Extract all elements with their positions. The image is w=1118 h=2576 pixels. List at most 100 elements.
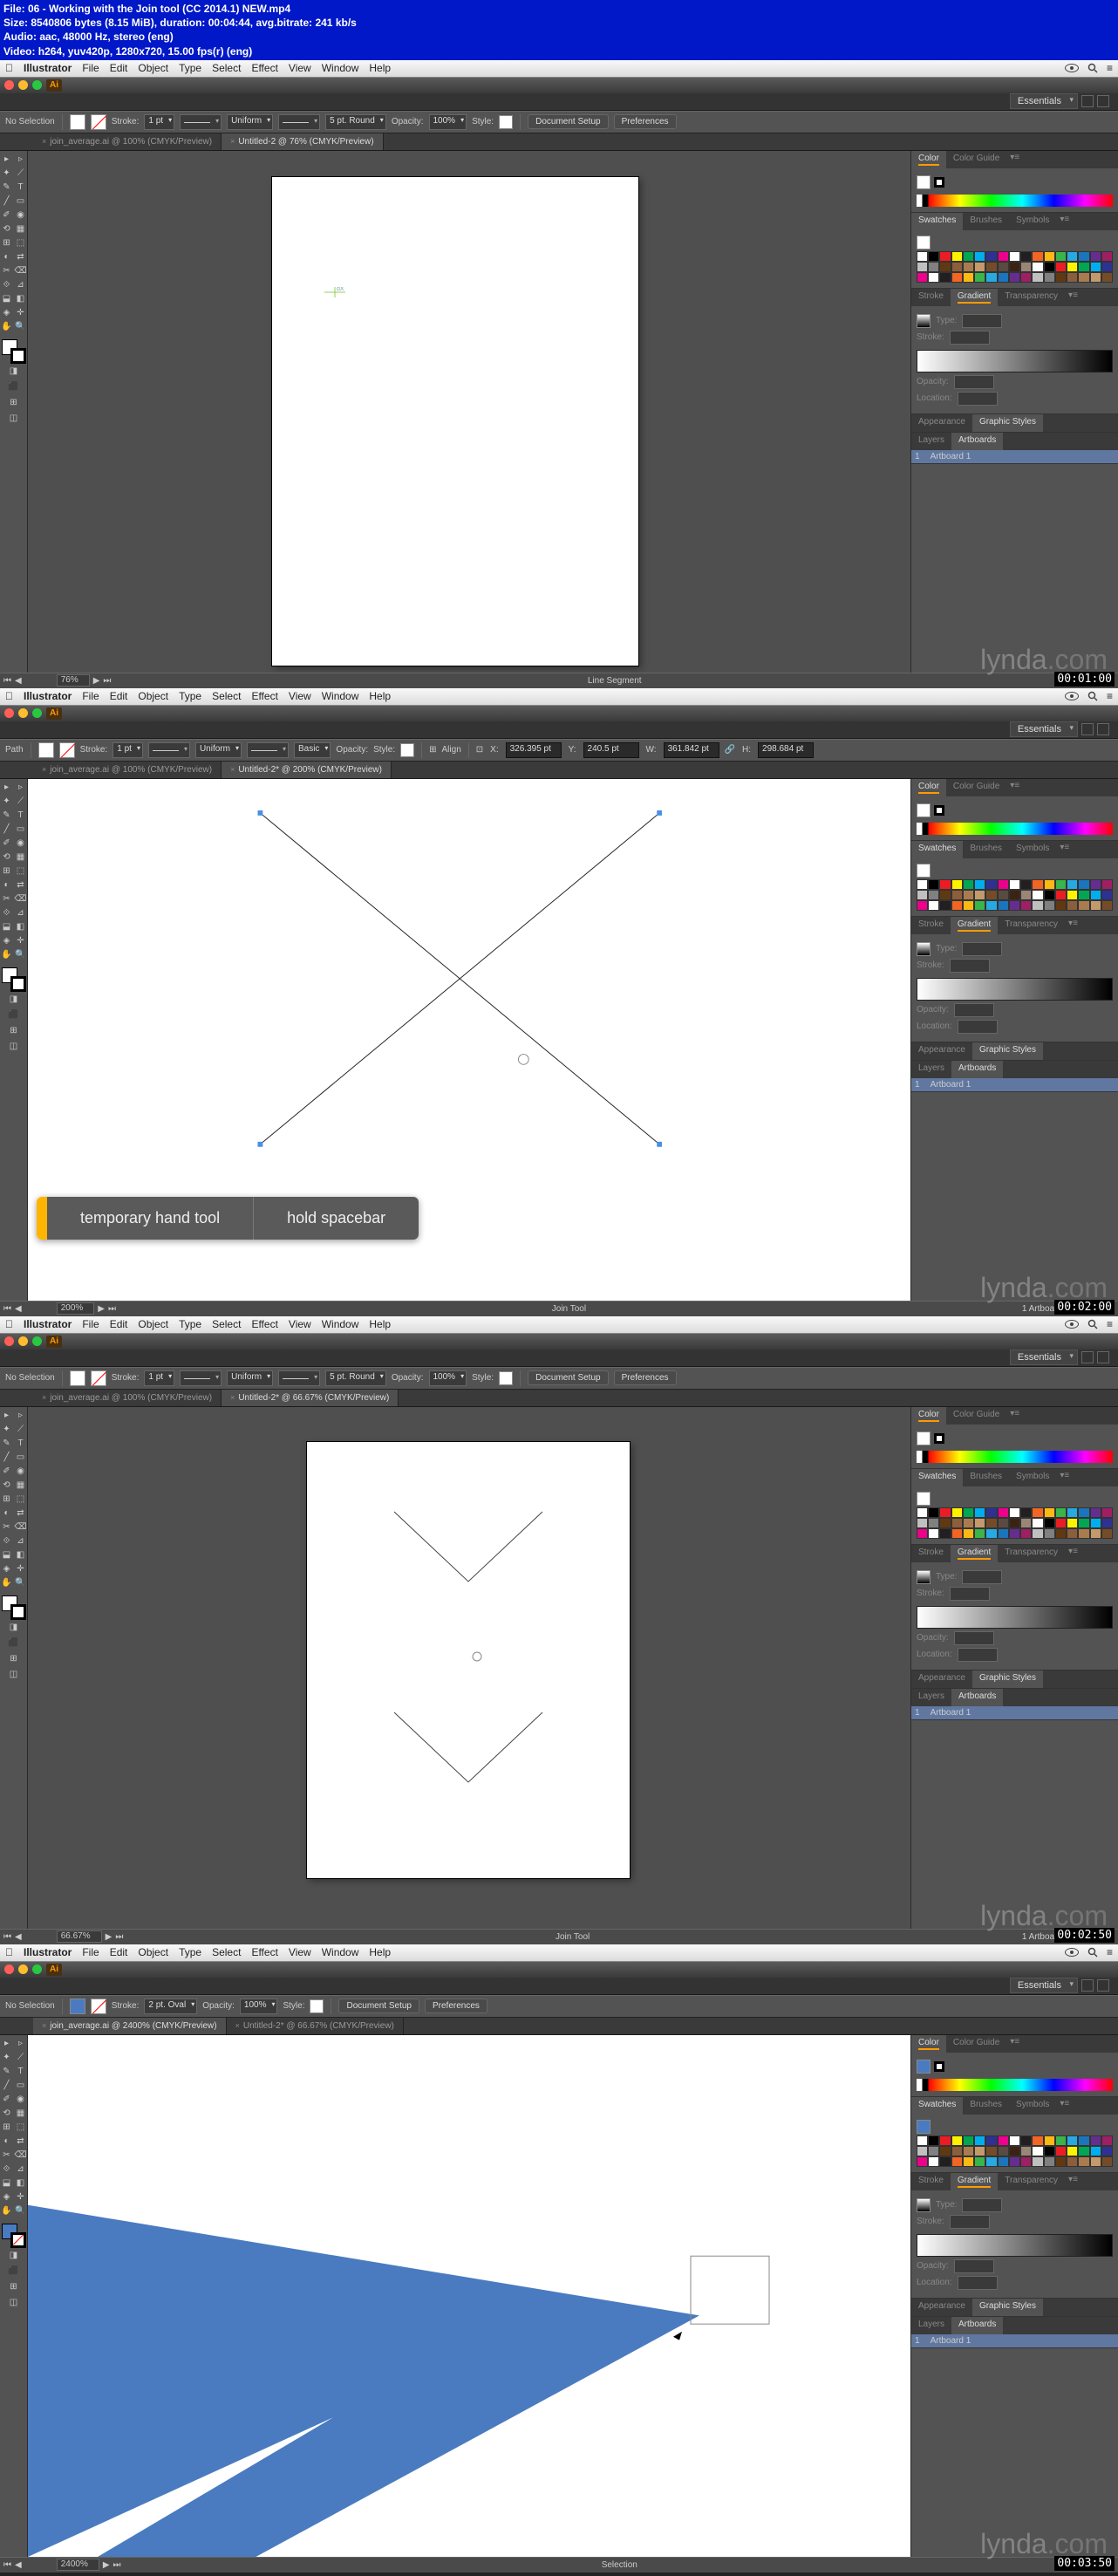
- tool-button[interactable]: T: [14, 1437, 28, 1451]
- swatch-cell[interactable]: [1020, 272, 1032, 283]
- spotlight-icon[interactable]: [1087, 1947, 1098, 1958]
- swatch-cell[interactable]: [985, 2146, 997, 2156]
- menu-edit[interactable]: Edit: [110, 1318, 128, 1330]
- tool-button[interactable]: ⌫: [14, 264, 28, 278]
- canvas-viewport[interactable]: temporary hand toolhold spacebar: [28, 779, 910, 1301]
- menu-type[interactable]: Type: [179, 690, 201, 702]
- zoom-icon[interactable]: [32, 1336, 42, 1346]
- tool-button[interactable]: ✎: [0, 1437, 14, 1451]
- workspace-select[interactable]: Essentials: [1010, 721, 1078, 737]
- tab-symbols[interactable]: Symbols: [1009, 841, 1056, 858]
- swatch-cell[interactable]: [998, 2146, 1009, 2156]
- swatch-cell[interactable]: [998, 2135, 1009, 2146]
- tab-graphic-styles[interactable]: Graphic Styles: [972, 1042, 1043, 1060]
- swatch-cell[interactable]: [998, 1518, 1009, 1528]
- menu-edit[interactable]: Edit: [110, 1946, 128, 1958]
- swatch-cell[interactable]: [951, 2156, 963, 2167]
- nav-prev-icon[interactable]: ◀: [15, 2560, 22, 2570]
- swatch-cell[interactable]: [928, 900, 939, 911]
- tool-button[interactable]: ◐: [0, 1507, 14, 1520]
- tool-button[interactable]: ▹: [14, 1409, 28, 1423]
- swatch-cell[interactable]: [974, 262, 985, 272]
- minimize-icon[interactable]: [18, 1964, 28, 1974]
- swatch-cell[interactable]: [985, 1518, 997, 1528]
- menu-select[interactable]: Select: [212, 62, 241, 74]
- align-icon[interactable]: ⊞: [429, 745, 436, 755]
- tool-button[interactable]: ⊿: [14, 906, 28, 920]
- swatch-cell[interactable]: [1020, 879, 1032, 890]
- tab-color[interactable]: Color: [911, 1407, 946, 1425]
- swatch-cell[interactable]: [1090, 900, 1101, 911]
- tool-mode-button[interactable]: ⬛: [0, 379, 28, 395]
- tool-button[interactable]: ▸: [0, 1409, 14, 1423]
- tab-swatches[interactable]: Swatches: [911, 1469, 963, 1486]
- swatch-cell[interactable]: [928, 890, 939, 900]
- menu-effect[interactable]: Effect: [251, 1318, 277, 1330]
- tool-mode-button[interactable]: ⬛: [0, 1008, 28, 1023]
- swatch-cell[interactable]: [1078, 879, 1089, 890]
- menu-edit[interactable]: Edit: [110, 62, 128, 74]
- fill-stroke-indicator[interactable]: [2, 967, 26, 992]
- tool-button[interactable]: ◉: [14, 837, 28, 851]
- menu-type[interactable]: Type: [179, 1946, 201, 1958]
- tab-color[interactable]: Color: [911, 2035, 946, 2053]
- panel-menu-icon[interactable]: ▾≡: [1006, 1407, 1023, 1425]
- tool-mode-button[interactable]: ◨: [0, 992, 28, 1008]
- document-tab[interactable]: ×Untitled-2* @ 200% (CMYK/Preview): [222, 762, 392, 778]
- opacity-select[interactable]: 100%: [429, 114, 467, 130]
- swatch-cell[interactable]: [1090, 1507, 1101, 1518]
- tool-button[interactable]: ✋: [0, 2204, 14, 2218]
- menu-window[interactable]: Window: [322, 690, 359, 702]
- tab-appearance[interactable]: Appearance: [911, 2299, 972, 2316]
- menu-file[interactable]: File: [82, 1318, 99, 1330]
- gradient-type-select[interactable]: [962, 942, 1002, 956]
- swatch-cell[interactable]: [1032, 2135, 1043, 2146]
- stroke-swatch-small[interactable]: [934, 177, 944, 188]
- color-spectrum[interactable]: [917, 195, 1113, 207]
- swatch-cell[interactable]: [963, 2135, 974, 2146]
- swatch-cell[interactable]: [1090, 879, 1101, 890]
- swatch-cell[interactable]: [974, 1518, 985, 1528]
- swatch-cell[interactable]: [951, 1528, 963, 1539]
- brush-style-select[interactable]: [278, 114, 320, 130]
- gradient-preview[interactable]: [917, 2198, 931, 2212]
- swatch-cell[interactable]: [1078, 2146, 1089, 2156]
- tool-button[interactable]: ⊞: [0, 864, 14, 878]
- preferences-button[interactable]: Preferences: [614, 114, 677, 129]
- zoom-level[interactable]: 76%: [57, 674, 90, 687]
- tool-button[interactable]: ✎: [0, 2065, 14, 2079]
- arrange-icon[interactable]: [1097, 1351, 1109, 1363]
- tool-button[interactable]: 🔍: [14, 2204, 28, 2218]
- close-tab-icon[interactable]: ×: [230, 765, 235, 774]
- nav-next-icon[interactable]: ▶: [93, 676, 100, 686]
- tool-button[interactable]: ⇄: [14, 1507, 28, 1520]
- tab-swatches[interactable]: Swatches: [911, 2097, 963, 2115]
- search-icon[interactable]: [1081, 723, 1094, 735]
- swatch-cell[interactable]: [963, 1528, 974, 1539]
- swatch-cell[interactable]: [1101, 251, 1113, 262]
- tab-color-guide[interactable]: Color Guide: [946, 1407, 1006, 1425]
- current-swatch[interactable]: [917, 864, 931, 878]
- swatch-cell[interactable]: [1055, 890, 1067, 900]
- brush-style-select[interactable]: [247, 742, 289, 758]
- close-icon[interactable]: [4, 1964, 14, 1974]
- swatch-cell[interactable]: [974, 890, 985, 900]
- traffic-lights[interactable]: [4, 1336, 42, 1346]
- fill-swatch-ctrl[interactable]: [70, 1370, 85, 1386]
- menu-window[interactable]: Window: [322, 1946, 359, 1958]
- traffic-lights[interactable]: [4, 1964, 42, 1974]
- brush-def-select[interactable]: 5 pt. Round: [325, 1370, 386, 1386]
- tool-button[interactable]: ⊿: [14, 1534, 28, 1548]
- swatch-cell[interactable]: [1101, 1518, 1113, 1528]
- swatch-cell[interactable]: [1078, 2135, 1089, 2146]
- stroke-swatch[interactable]: [10, 1604, 26, 1620]
- zoom-level[interactable]: 66.67%: [57, 1930, 102, 1943]
- swatch-cell[interactable]: [928, 262, 939, 272]
- spotlight-icon[interactable]: [1087, 63, 1098, 73]
- tab-artboards[interactable]: Artboards: [951, 1689, 1003, 1706]
- swatch-cell[interactable]: [928, 272, 939, 283]
- close-icon[interactable]: [4, 1336, 14, 1346]
- tool-button[interactable]: T: [14, 2065, 28, 2079]
- tool-button[interactable]: ✦: [0, 795, 14, 809]
- tab-graphic-styles[interactable]: Graphic Styles: [972, 1671, 1043, 1688]
